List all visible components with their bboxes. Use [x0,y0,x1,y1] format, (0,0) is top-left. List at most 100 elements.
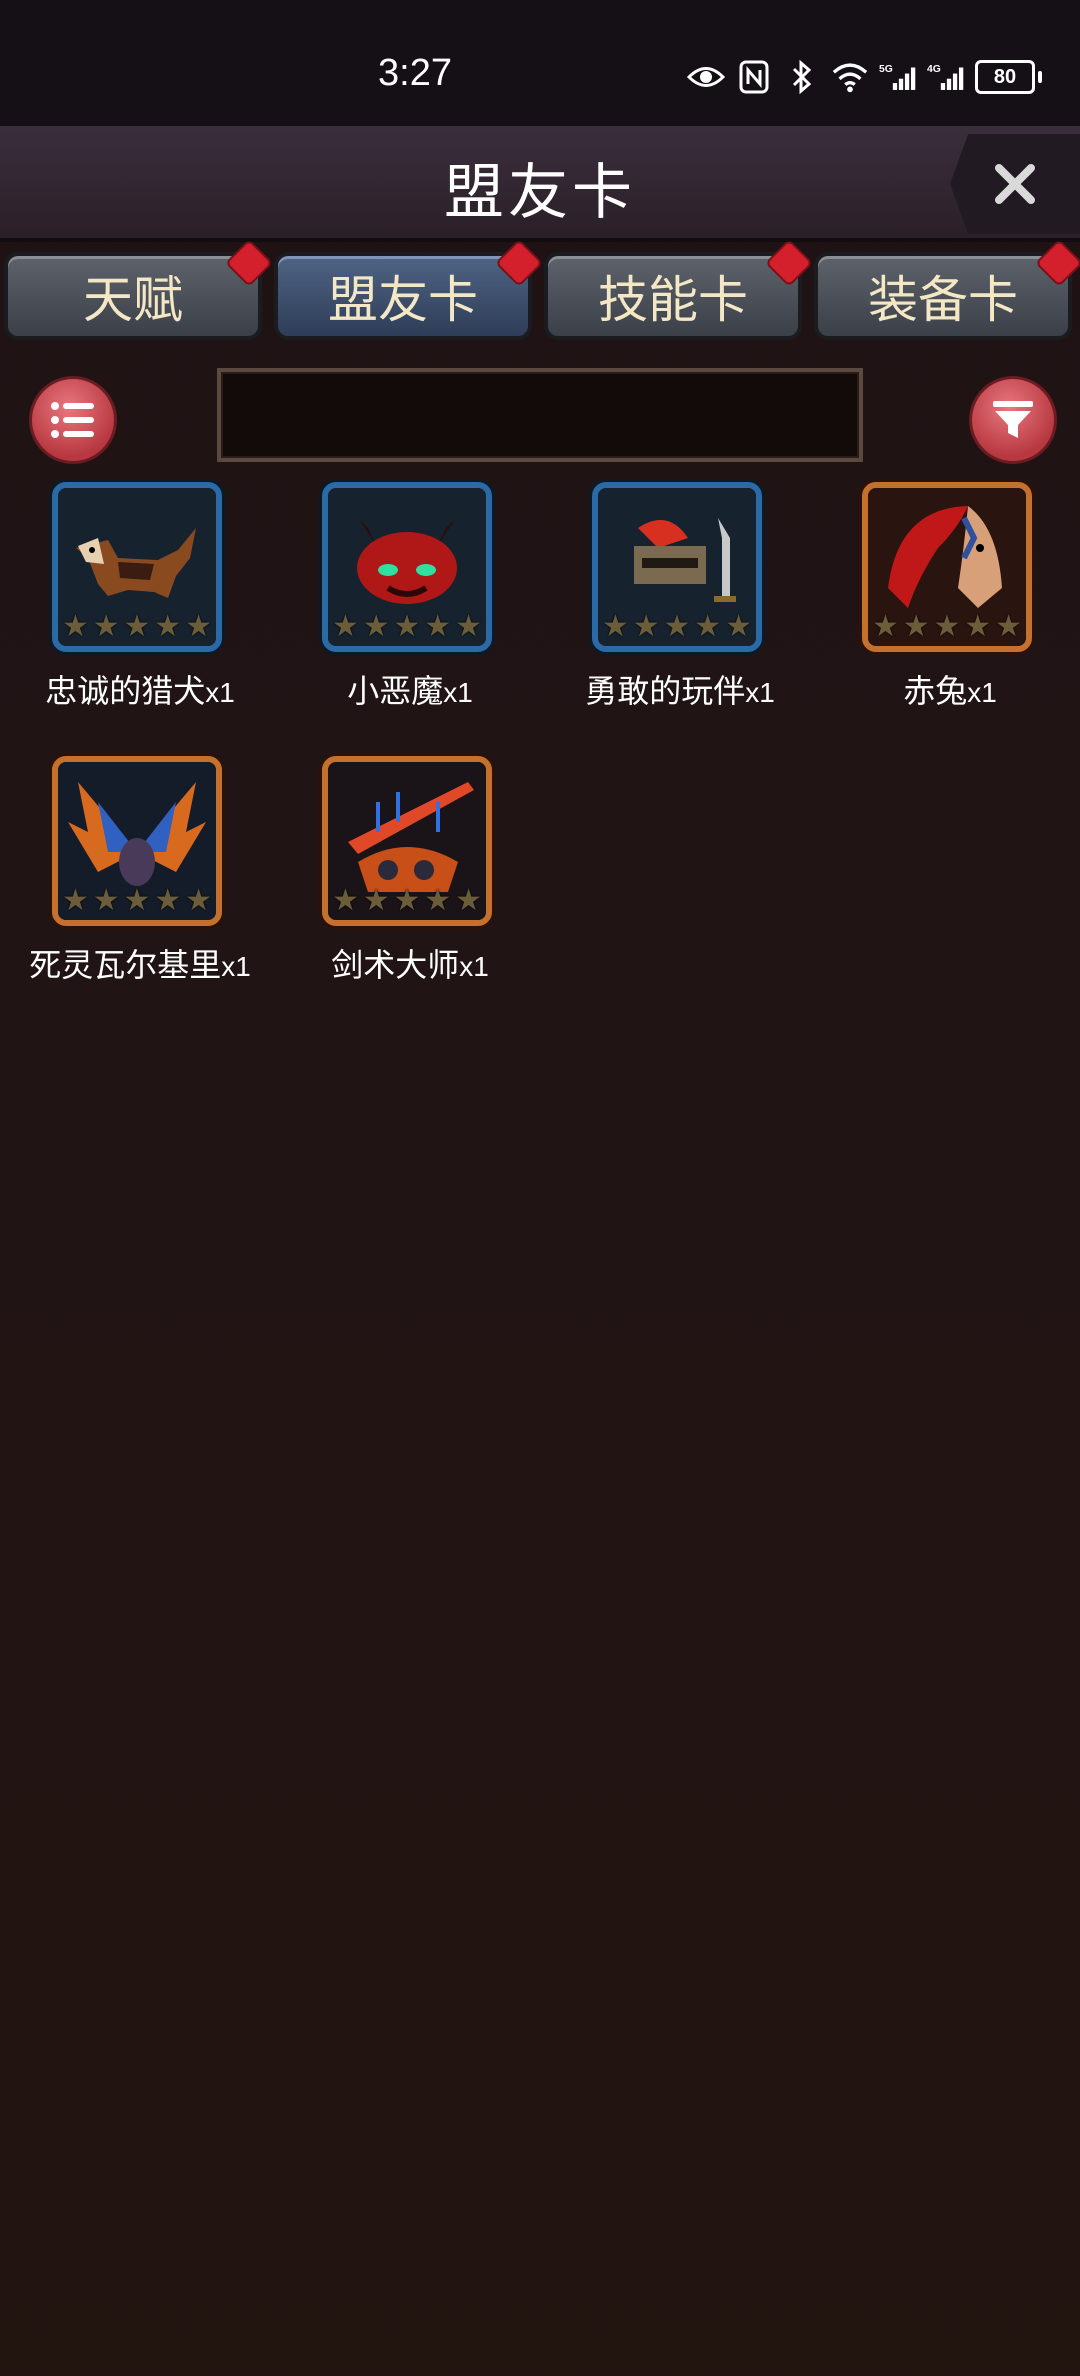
star-icon: ★ [62,609,89,644]
tab-talent[interactable]: 天赋 [4,238,274,340]
card-quantity: x1 [459,951,489,982]
card-frame: ★ ★ ★ ★ ★ [52,756,222,926]
tab-bar: 天赋 盟友卡 技能卡 装备卡 [0,238,1080,346]
header: 盟友卡 [0,126,1080,242]
tab-skill-cards[interactable]: 技能卡 [544,238,814,340]
star-icon: ★ [725,609,752,644]
tab-label: 天赋 [83,271,183,329]
star-icon: ★ [92,609,120,644]
star-icon: ★ [362,883,390,918]
page-title: 盟友卡 [444,158,636,228]
card-frame: ★ ★ ★ ★ ★ [52,482,222,652]
star-icon: ★ [455,883,482,918]
tab-label: 技能卡 [598,271,748,329]
star-icon: ★ [663,609,691,644]
card-red-hare[interactable]: ★ ★ ★ ★ ★ 赤兔x1 [814,482,1060,718]
card-label: 剑术大师x1 [274,940,546,986]
star-icon: ★ [185,609,212,644]
star-icon: ★ [933,609,961,644]
tab-label: 装备卡 [868,271,1018,329]
card-frame: ★ ★ ★ ★ ★ [322,482,492,652]
card-sword-master[interactable]: ★ ★ ★ ★ ★ 剑术大师x1 [274,756,520,992]
star-icon: ★ [872,609,899,644]
card-name: 小恶魔 [347,672,444,710]
star-rating: ★ ★ ★ ★ ★ [62,886,212,916]
card-undead-valkyrie[interactable]: ★ ★ ★ ★ ★ 死灵瓦尔基里x1 [4,756,251,992]
card-label: 死灵瓦尔基里x1 [4,940,276,986]
star-icon: ★ [902,609,930,644]
card-name: 剑术大师 [331,946,460,984]
eye-icon [687,58,725,96]
card-label: 小恶魔x1 [274,666,546,712]
tab-label: 盟友卡 [328,271,478,329]
star-rating: ★ ★ ★ ★ ★ [872,612,1022,642]
filter-icon [993,401,1033,438]
card-quantity: x1 [443,677,473,708]
card-quantity: x1 [221,951,251,982]
star-icon: ★ [393,609,421,644]
notification-badge [764,238,814,288]
card-brave-companion[interactable]: ★ ★ ★ ★ ★ 勇敢的玩伴x1 [544,482,790,718]
star-icon: ★ [92,883,120,918]
card-label: 忠诚的猎犬x1 [4,666,276,712]
card-quantity: x1 [205,677,235,708]
star-icon: ★ [393,883,421,918]
wifi-icon [831,58,869,96]
card-name: 忠诚的猎犬 [45,672,206,710]
card-label: 赤兔x1 [814,666,1080,712]
status-icons: 5G 4G 80 [687,58,1042,96]
notification-badge [224,238,274,288]
card-name: 赤兔 [903,672,968,710]
signal-5g-icon: 5G [879,58,917,96]
card-frame: ★ ★ ★ ★ ★ [322,756,492,926]
filter-button[interactable] [969,376,1057,464]
close-icon [995,164,1035,204]
star-icon: ★ [123,883,151,918]
star-rating: ★ ★ ★ ★ ★ [332,612,482,642]
star-icon: ★ [602,609,629,644]
card-little-demon[interactable]: ★ ★ ★ ★ ★ 小恶魔x1 [274,482,520,718]
status-time: 3:27 [378,52,452,94]
star-icon: ★ [995,609,1022,644]
battery-level: 80 [975,60,1035,94]
star-rating: ★ ★ ★ ★ ★ [602,612,752,642]
card-loyal-hound[interactable]: ★ ★ ★ ★ ★ 忠诚的猎犬x1 [4,482,250,718]
card-quantity: x1 [745,677,775,708]
star-icon: ★ [332,609,359,644]
signal-4g-icon: 4G [927,58,965,96]
star-rating: ★ ★ ★ ★ ★ [332,886,482,916]
star-icon: ★ [362,609,390,644]
star-icon: ★ [123,609,151,644]
star-icon: ★ [185,883,212,918]
card-quantity: x1 [967,677,997,708]
card-name: 死灵瓦尔基里 [29,946,222,984]
close-button[interactable] [950,134,1080,234]
star-icon: ★ [964,609,992,644]
tab-ally-cards[interactable]: 盟友卡 [274,238,544,340]
star-icon: ★ [424,609,452,644]
star-icon: ★ [455,609,482,644]
star-icon: ★ [154,883,182,918]
star-icon: ★ [694,609,722,644]
card-frame: ★ ★ ★ ★ ★ [862,482,1032,652]
battery-icon: 80 [975,60,1042,94]
star-icon: ★ [154,609,182,644]
svg-text:5G: 5G [879,64,893,75]
notification-badge [494,238,544,288]
star-rating: ★ ★ ★ ★ ★ [62,612,212,642]
status-bar: 3:27 5G 4G 80 [0,0,1080,126]
svg-text:4G: 4G [927,64,941,75]
star-icon: ★ [424,883,452,918]
card-label: 勇敢的玩伴x1 [544,666,816,712]
nfc-icon [735,58,773,96]
list-icon [51,402,94,438]
card-frame: ★ ★ ★ ★ ★ [592,482,762,652]
search-input[interactable] [217,368,863,462]
bluetooth-icon [783,58,821,96]
notification-badge [1034,238,1080,288]
star-icon: ★ [332,883,359,918]
menu-button[interactable] [29,376,117,464]
tab-equipment-cards[interactable]: 装备卡 [814,238,1080,340]
star-icon: ★ [632,609,660,644]
star-icon: ★ [62,883,89,918]
